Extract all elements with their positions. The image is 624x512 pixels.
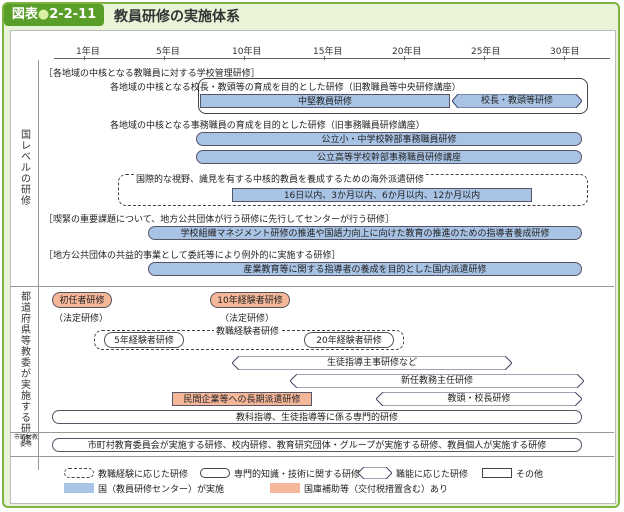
bar-chuken-kyoin: 中堅教員研修 bbox=[200, 94, 450, 108]
year-10: 10年目 bbox=[232, 47, 262, 57]
year-tick-4 bbox=[404, 56, 405, 60]
legend-swatch-specialist bbox=[200, 468, 230, 478]
legend-swatch-national bbox=[64, 483, 94, 493]
student-guidance-label: 生徒指導主事研修など bbox=[326, 358, 417, 368]
figure-title: 教員研修の実施体系 bbox=[114, 9, 240, 25]
legend-swatch-other bbox=[482, 468, 512, 478]
oval-shoninsha: 初任者研修 bbox=[52, 292, 112, 308]
oval-twenty-year: 20年経験者研修 bbox=[304, 332, 394, 348]
year-tick-6 bbox=[564, 56, 565, 60]
bar-overseas: 16日以内、3か月以内、6か月以内、12か月以内 bbox=[232, 188, 532, 202]
overseas-title: 国際的な視野、識見を有する中核的教員を養成するための海外派遣研修 bbox=[134, 172, 427, 185]
section-prefectural-label: 都道府県等教委が実施する研修 bbox=[21, 292, 31, 446]
figure-label-dot: ● bbox=[37, 7, 50, 22]
bar-municipal: 市町村教育委員会が実施する研修、校内研修、教育研究団体・グループが実施する研修、… bbox=[52, 438, 582, 452]
legend-subsidy: 国庫補助等（交付税措置含む）あり bbox=[304, 485, 449, 495]
year-axis bbox=[54, 58, 610, 59]
legend-swatch-subsidy bbox=[270, 483, 300, 493]
year-25: 25年目 bbox=[471, 47, 501, 57]
year-tick-1 bbox=[164, 56, 165, 60]
experience-label: 教職経験者研修 bbox=[214, 324, 282, 337]
divider-national bbox=[10, 286, 614, 287]
section-label-divider bbox=[38, 60, 39, 470]
year-1: 1年目 bbox=[76, 47, 100, 57]
legend-national: 国（教員研修センター）が実施 bbox=[98, 485, 225, 495]
divider-legend bbox=[10, 456, 614, 457]
bar-kocho-kyoto: 校長・教頭等研修 bbox=[452, 94, 582, 108]
legend: 教職経験に応じた研修 専門的知識・技術に関する研修 職能に応じた研修 その他 国… bbox=[54, 462, 610, 496]
year-15: 15年目 bbox=[313, 47, 343, 57]
legend-experience: 教職経験に応じた研修 bbox=[98, 470, 189, 480]
year-5: 5年目 bbox=[156, 47, 180, 57]
arrow-principal: 教頭・校長研修 bbox=[376, 392, 582, 406]
national-group1-sub1: 各地域の中核となる校長・教頭等の育成を目的とした研修（旧教職員等中央研修講座） bbox=[110, 83, 461, 93]
arrow-student-guidance: 生徒指導主事研修など bbox=[232, 356, 512, 370]
oval-five-year: 5年経験者研修 bbox=[104, 332, 184, 348]
bar-long-term: 民間企業等への長期派遣研修 bbox=[172, 392, 312, 406]
section-national-label: 国レベルの研修 bbox=[21, 130, 31, 207]
national-group3-title: ［地方公共団体の共益的事業として委託等により例外的に実施する研修］ bbox=[44, 251, 341, 261]
figure-label-number: 2-2-11 bbox=[49, 7, 97, 22]
legend-other: その他 bbox=[516, 470, 544, 480]
year-tick-5 bbox=[484, 56, 485, 60]
year-tick-3 bbox=[324, 56, 325, 60]
legend-swatch-experience bbox=[64, 468, 94, 478]
bar-jimu-koko: 公立高等学校幹部事務職員研修講座 bbox=[196, 150, 582, 164]
shoninsha-law-note: （法定研修） bbox=[54, 314, 109, 324]
new-head-label: 新任教務主任研修 bbox=[400, 376, 473, 386]
year-tick-0 bbox=[84, 56, 85, 60]
year-tick-2 bbox=[244, 56, 245, 60]
figure-label-prefix: 図表 bbox=[11, 7, 38, 22]
year-20: 20年目 bbox=[392, 47, 422, 57]
bar-management: 学校組織マネジメント研修の推進や国語力向上に向けた教育の推進のための指導者養成研… bbox=[148, 226, 582, 240]
oval-ten-year: 10年経験者研修 bbox=[210, 292, 290, 308]
section-municipal-label: 市町村教委等 bbox=[14, 434, 39, 448]
principal-label: 教頭・校長研修 bbox=[447, 394, 511, 404]
legend-role-arrow-icon bbox=[358, 467, 392, 479]
national-group1-sub2: 各地域の中核となる事務職員の育成を目的とした研修（旧事務職員研修講座） bbox=[110, 121, 425, 131]
bar-specialist: 教科指導、生徒指導等に係る専門的研修 bbox=[52, 410, 582, 424]
national-group2-title: ［喫緊の重要課題について、地方公共団体が行う研修に先行してセンターが行う研修］ bbox=[44, 215, 395, 225]
bar-kocho-label: 校長・教頭等研修 bbox=[480, 96, 553, 106]
divider-prefectural bbox=[10, 432, 614, 433]
ten-year-law-note: （法定研修） bbox=[220, 314, 275, 324]
figure-label: 図表●2-2-11 bbox=[4, 4, 104, 26]
bar-industry: 産業教育等に関する指導者の養成を目的とした国内派遣研修 bbox=[148, 262, 582, 276]
legend-specialist: 専門的知識・技術に関する研修 bbox=[234, 470, 361, 480]
arrow-new-head: 新任教務主任研修 bbox=[290, 374, 584, 388]
legend-role: 職能に応じた研修 bbox=[396, 470, 469, 480]
bar-jimu-shochu: 公立小・中学校幹部事務職員研修 bbox=[196, 132, 582, 146]
